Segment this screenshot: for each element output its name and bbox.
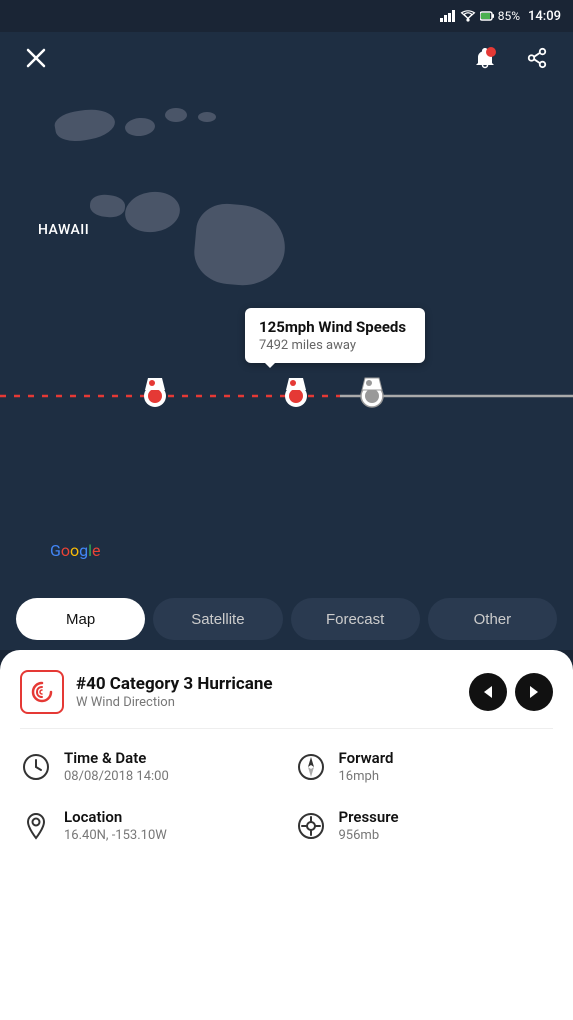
- island-shape: [89, 194, 126, 219]
- forecast-tab[interactable]: Forecast: [291, 598, 420, 640]
- battery-percentage: 85%: [498, 9, 520, 23]
- share-button[interactable]: [519, 40, 555, 76]
- hawaii-label: HAWAII: [38, 222, 89, 238]
- status-bar: 85% 14:09: [0, 0, 573, 32]
- island-shape: [198, 112, 216, 122]
- next-icon: [529, 685, 539, 699]
- island-shape: [165, 108, 187, 122]
- pressure-item: Pressure 956mb: [295, 808, 554, 843]
- tooltip-speed: 125mph Wind Speeds: [259, 318, 411, 336]
- forward-item: Forward 16mph: [295, 749, 554, 784]
- map-area: HAWAII 125mph W: [0, 0, 573, 650]
- close-icon: [25, 47, 47, 69]
- divider: [20, 728, 553, 729]
- map-type-bar: Map Satellite Forecast Other: [0, 598, 573, 640]
- island-shape: [122, 188, 182, 235]
- island-shape: [124, 117, 155, 138]
- storm-track-svg: [0, 360, 573, 440]
- bell-icon: [473, 46, 497, 70]
- pin-icon-container: [20, 810, 52, 842]
- pressure-value: 956mb: [339, 828, 399, 843]
- hurricane-icon: [29, 679, 55, 705]
- map-tab[interactable]: Map: [16, 598, 145, 640]
- notification-button[interactable]: [467, 40, 503, 76]
- time-date-text: Time & Date 08/08/2018 14:00: [64, 749, 169, 784]
- card-title-group: #40 Category 3 Hurricane W Wind Directio…: [76, 674, 273, 710]
- location-item: Location 16.40N, -153.10W: [20, 808, 279, 843]
- prev-icon: [483, 685, 493, 699]
- pressure-gauge-icon: [297, 812, 325, 840]
- top-buttons: [0, 40, 573, 76]
- prev-storm-button[interactable]: [469, 673, 507, 711]
- detail-card: #40 Category 3 Hurricane W Wind Directio…: [0, 650, 573, 1020]
- location-label: Location: [64, 808, 167, 826]
- status-icons: 85% 14:09: [440, 9, 561, 24]
- time-date-item: Time & Date 08/08/2018 14:00: [20, 749, 279, 784]
- compass-icon-container: [295, 751, 327, 783]
- gauge-icon-container: [295, 810, 327, 842]
- location-pin-icon: [24, 812, 48, 840]
- google-watermark: Google: [50, 541, 101, 560]
- card-header: #40 Category 3 Hurricane W Wind Directio…: [20, 670, 553, 714]
- next-storm-button[interactable]: [515, 673, 553, 711]
- top-right-buttons: [467, 40, 555, 76]
- forward-label: Forward: [339, 749, 394, 767]
- location-text: Location 16.40N, -153.10W: [64, 808, 167, 843]
- time-date-value: 08/08/2018 14:00: [64, 769, 169, 784]
- big-island-shape: [192, 201, 289, 289]
- clock-icon: [22, 753, 50, 781]
- battery-charging-icon: [480, 10, 494, 22]
- compass-icon: [297, 753, 325, 781]
- wifi-icon: [460, 10, 476, 22]
- share-icon: [526, 47, 548, 69]
- signal-icon: [440, 10, 456, 22]
- storm-subtitle: W Wind Direction: [76, 695, 273, 710]
- location-value: 16.40N, -153.10W: [64, 828, 167, 843]
- pressure-label: Pressure: [339, 808, 399, 826]
- forward-text: Forward 16mph: [339, 749, 394, 784]
- other-tab[interactable]: Other: [428, 598, 557, 640]
- clock-icon-container: [20, 751, 52, 783]
- time-date-label: Time & Date: [64, 749, 169, 767]
- island-shape: [53, 105, 117, 145]
- time-display: 14:09: [528, 9, 561, 24]
- card-header-left: #40 Category 3 Hurricane W Wind Directio…: [20, 670, 273, 714]
- pressure-text: Pressure 956mb: [339, 808, 399, 843]
- forward-value: 16mph: [339, 769, 394, 784]
- detail-grid: Time & Date 08/08/2018 14:00 Forward 16m…: [20, 749, 553, 843]
- tooltip-distance: 7492 miles away: [259, 338, 411, 353]
- storm-icon-box: [20, 670, 64, 714]
- storm-title: #40 Category 3 Hurricane: [76, 674, 273, 694]
- satellite-tab[interactable]: Satellite: [153, 598, 282, 640]
- tooltip: 125mph Wind Speeds 7492 miles away: [245, 308, 425, 363]
- close-button[interactable]: [18, 40, 54, 76]
- nav-buttons: [469, 673, 553, 711]
